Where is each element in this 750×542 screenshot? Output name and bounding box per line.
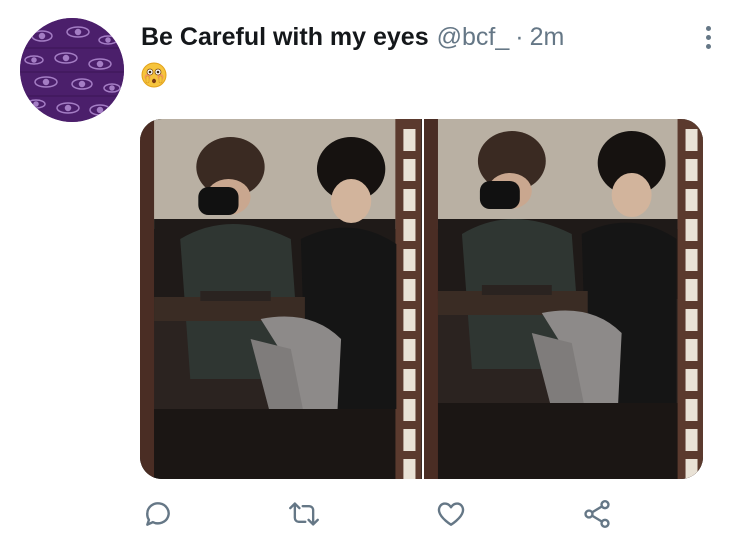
- share-button[interactable]: [579, 496, 615, 532]
- photo-right[interactable]: [421, 119, 703, 479]
- heart-outline-icon: [437, 502, 465, 526]
- separator-dot: ·: [515, 23, 524, 51]
- photo-left[interactable]: [140, 119, 422, 479]
- tweet-header: Be Careful with my eyes @bcf_ · 2m: [141, 22, 564, 52]
- flushed-face-emoji: [141, 62, 167, 88]
- share-nodes-icon: [584, 500, 610, 528]
- avatar[interactable]: [20, 18, 124, 122]
- tweet-card[interactable]: Be Careful with my eyes @bcf_ · 2m: [0, 0, 750, 542]
- display-name[interactable]: Be Careful with my eyes: [141, 22, 429, 52]
- reply-button[interactable]: [140, 496, 176, 532]
- user-handle[interactable]: @bcf_: [437, 22, 510, 52]
- speech-bubble-icon: [146, 502, 170, 526]
- tweet-media[interactable]: [140, 119, 703, 479]
- action-bar: [0, 496, 750, 532]
- like-button[interactable]: [433, 496, 469, 532]
- retweet-button[interactable]: [286, 496, 322, 532]
- retweet-arrows-icon: [289, 502, 319, 526]
- timestamp[interactable]: 2m: [530, 22, 565, 52]
- more-options-icon[interactable]: [697, 22, 719, 52]
